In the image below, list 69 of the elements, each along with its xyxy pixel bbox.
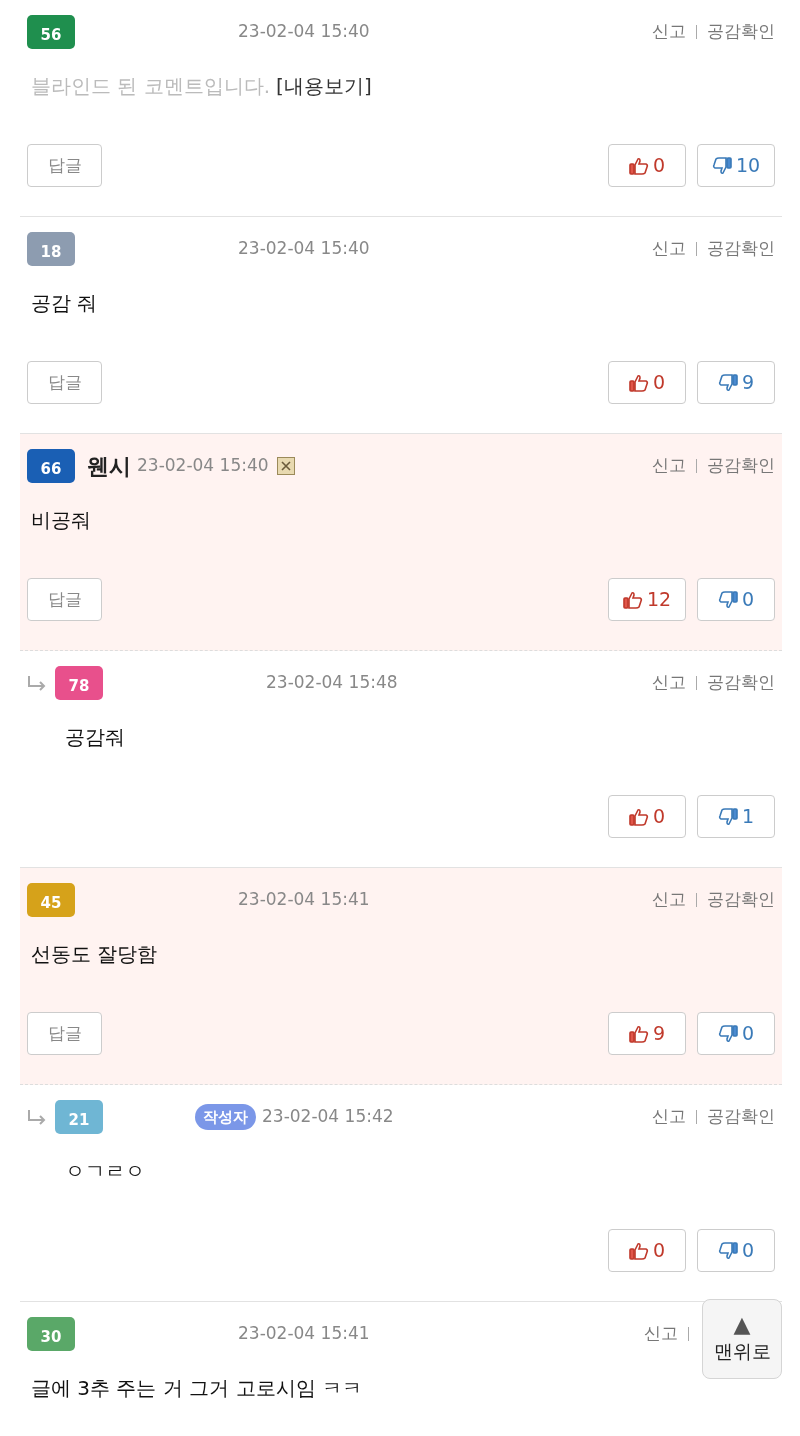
comment-text: 비공줘 <box>31 507 91 534</box>
like-button[interactable]: 0 <box>608 795 686 838</box>
empathy-check-link[interactable]: 공감확인 <box>707 19 775 45</box>
like-button[interactable]: 9 <box>608 1012 686 1055</box>
dislike-button[interactable]: 0 <box>697 1012 775 1055</box>
comment-date: 23-02-04 15:40 <box>238 20 370 44</box>
comment-date: 23-02-04 15:48 <box>266 671 398 695</box>
report-link[interactable]: 신고 <box>652 236 686 262</box>
report-link[interactable]: 신고 <box>652 1104 686 1130</box>
level-badge: 21 <box>55 1100 103 1134</box>
empathy-check-link[interactable]: 공감확인 <box>707 1104 775 1130</box>
like-button[interactable]: 0 <box>608 144 686 187</box>
comment-text: ㅇㄱㄹㅇ <box>65 1158 145 1185</box>
comment-text: 공감 줘 <box>31 290 98 317</box>
thumbs-down-icon <box>717 807 738 826</box>
comment-date: 23-02-04 15:40 <box>137 454 269 478</box>
thumbs-down-icon <box>711 156 732 175</box>
reply-button[interactable]: 답글 <box>27 1012 102 1055</box>
reply-button[interactable]: 답글 <box>27 578 102 621</box>
blind-notice: 블라인드 된 코멘트입니다. <box>31 73 271 100</box>
comment-date: 23-02-04 15:41 <box>238 888 370 912</box>
dislike-button[interactable]: 1 <box>697 795 775 838</box>
level-badge: 30 <box>27 1317 75 1351</box>
level-badge: 45 <box>27 883 75 917</box>
thumbs-up-icon <box>628 373 649 392</box>
report-link[interactable]: 신고 <box>652 887 686 913</box>
author-badge: 작성자 <box>195 1103 256 1131</box>
reply-arrow-icon <box>27 1109 47 1125</box>
like-button[interactable]: 0 <box>608 1229 686 1272</box>
empathy-check-link[interactable]: 공감확인 <box>707 670 775 696</box>
thumbs-up-icon <box>622 590 643 609</box>
dislike-button[interactable]: 0 <box>697 1229 775 1272</box>
broken-image-icon <box>276 457 295 475</box>
dislike-button[interactable]: 10 <box>697 144 775 187</box>
report-link[interactable]: 신고 <box>652 19 686 45</box>
report-link[interactable]: 신고 <box>652 453 686 479</box>
thumbs-up-icon <box>628 807 649 826</box>
comment-date: 23-02-04 15:40 <box>238 237 370 261</box>
dislike-button[interactable]: 9 <box>697 361 775 404</box>
empathy-check-link[interactable]: 공감확인 <box>707 453 775 479</box>
reply-button[interactable]: 답글 <box>27 361 102 404</box>
comment-date: 23-02-04 15:42 <box>262 1105 394 1129</box>
scroll-to-top-button[interactable]: ▲ 맨위로 <box>702 1299 782 1379</box>
dislike-button[interactable]: 0 <box>697 578 775 621</box>
report-link[interactable]: 신고 <box>652 670 686 696</box>
comment-date: 23-02-04 15:41 <box>238 1322 370 1346</box>
level-badge: 56 <box>27 15 75 49</box>
comment-text: 선동도 잘당함 <box>31 941 158 968</box>
view-content-link[interactable]: [내용보기] <box>276 71 372 101</box>
level-badge: 78 <box>55 666 103 700</box>
reply-arrow-icon <box>27 675 47 691</box>
like-button[interactable]: 12 <box>608 578 686 621</box>
thumbs-down-icon <box>717 1024 738 1043</box>
like-button[interactable]: 0 <box>608 361 686 404</box>
thumbs-down-icon <box>717 1241 738 1260</box>
thumbs-down-icon <box>717 590 738 609</box>
reply-button[interactable]: 답글 <box>27 144 102 187</box>
nickname: 웬시 <box>87 452 131 481</box>
comment-text: 글에 3추 주는 거 그거 고로시임 ㅋㅋ <box>31 1375 362 1402</box>
thumbs-down-icon <box>717 373 738 392</box>
empathy-check-link[interactable]: 공감확인 <box>707 887 775 913</box>
report-link[interactable]: 신고 <box>644 1321 678 1347</box>
level-badge: 66 <box>27 449 75 483</box>
thumbs-up-icon <box>628 1241 649 1260</box>
empathy-check-link[interactable]: 공감확인 <box>707 236 775 262</box>
thumbs-up-icon <box>628 1024 649 1043</box>
comment-text: 공감줘 <box>65 724 125 751</box>
thumbs-up-icon <box>628 156 649 175</box>
level-badge: 18 <box>27 232 75 266</box>
